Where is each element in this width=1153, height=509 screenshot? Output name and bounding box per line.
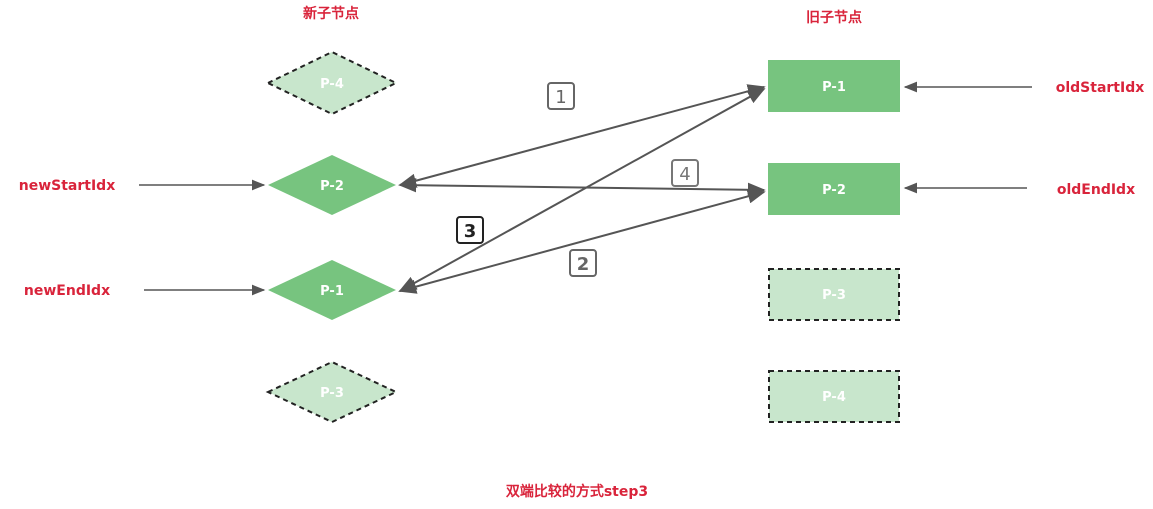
- new-node-p2-label: P-2: [320, 179, 344, 194]
- old-children-header: 旧子节点: [806, 9, 862, 26]
- old-node-p1: P-1: [768, 60, 900, 112]
- step-badge-4-label: 4: [679, 164, 690, 185]
- new-node-p3-label: P-3: [320, 386, 344, 401]
- new-start-idx-label: newStartIdx: [19, 178, 115, 194]
- new-node-p4-label: P-4: [320, 77, 344, 92]
- step-badge-1: 1: [547, 82, 575, 110]
- compare-arrow-1: [398, 84, 766, 188]
- diagram-stage: 新子节点 旧子节点 P-4 P-2 P-1 P-3 P-1 P-2 P-3 P-…: [0, 0, 1153, 509]
- double-ended-diff-diagram: 新子节点 旧子节点 P-4 P-2 P-1 P-3 P-1 P-2 P-3 P-…: [19, 5, 1145, 500]
- new-node-p1-label: P-1: [320, 284, 344, 299]
- new-node-p2: P-2: [268, 155, 396, 215]
- step-badge-3-label: 3: [464, 221, 477, 242]
- old-end-idx-label: oldEndIdx: [1057, 182, 1135, 198]
- old-node-p2-label: P-2: [822, 183, 846, 198]
- new-node-p3: P-3: [265, 360, 399, 424]
- new-node-p1: P-1: [268, 260, 396, 320]
- new-node-p4: P-4: [265, 50, 399, 116]
- old-node-p4: P-4: [768, 370, 900, 423]
- new-end-idx-label: newEndIdx: [24, 283, 110, 299]
- old-node-p1-label: P-1: [822, 80, 846, 95]
- new-children-header: 新子节点: [303, 5, 359, 22]
- old-node-p4-label: P-4: [822, 390, 846, 405]
- old-node-p3-label: P-3: [822, 288, 846, 303]
- step-badge-4: 4: [671, 159, 699, 187]
- step-badge-1-label: 1: [555, 87, 566, 108]
- step-badge-3: 3: [456, 216, 484, 244]
- diagram-caption: 双端比较的方式step3: [506, 483, 648, 500]
- old-node-p3: P-3: [768, 268, 900, 321]
- old-start-idx-label: oldStartIdx: [1056, 80, 1145, 96]
- step-badge-2: 2: [569, 249, 597, 277]
- step-badge-2-label: 2: [577, 254, 590, 275]
- old-node-p2: P-2: [768, 163, 900, 215]
